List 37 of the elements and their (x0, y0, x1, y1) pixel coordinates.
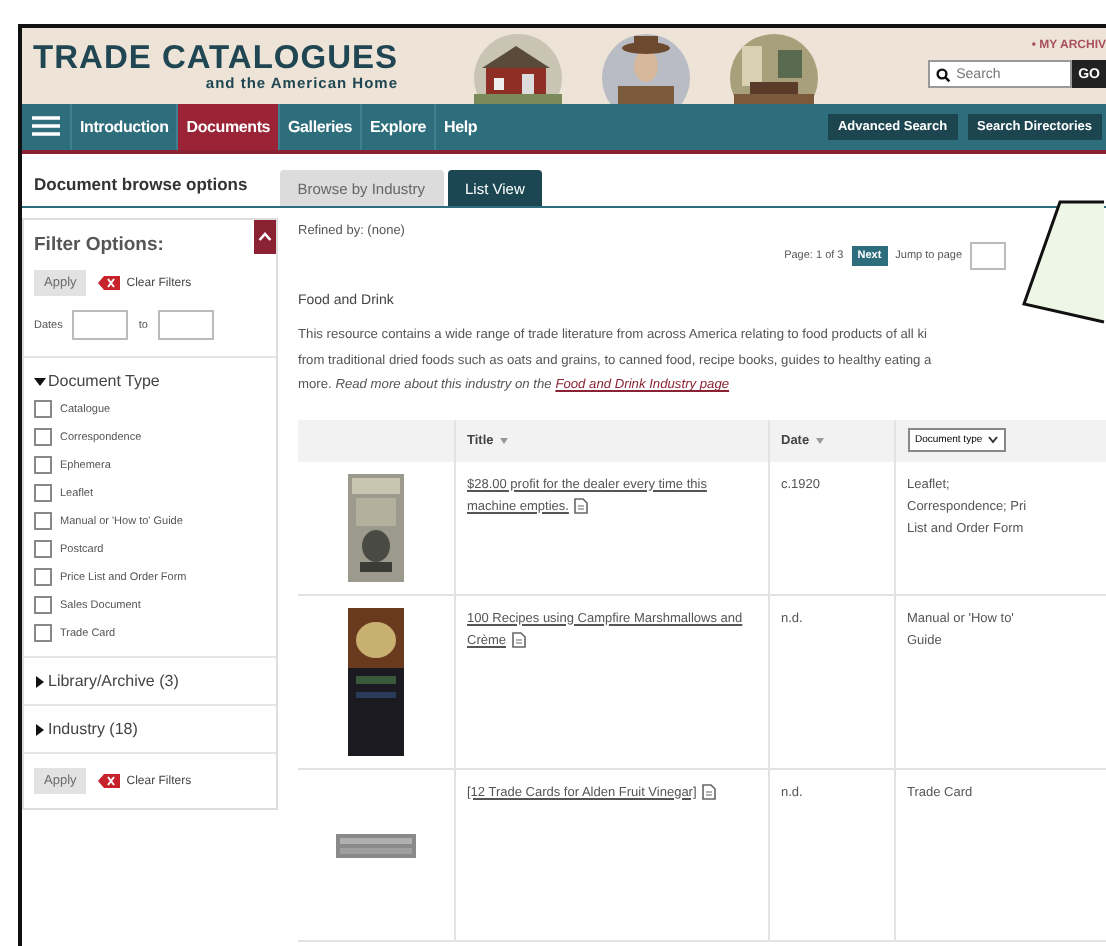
site-title: TRADE CATALOGUES (33, 40, 398, 77)
checkbox[interactable] (34, 484, 52, 502)
checkbox[interactable] (34, 540, 52, 558)
nav-item[interactable]: Help (434, 104, 486, 150)
checkbox[interactable] (34, 512, 52, 530)
checkbox[interactable] (34, 624, 52, 642)
filter-section-toggle[interactable]: Library/Archive (3) (34, 672, 266, 690)
search-icon (936, 67, 951, 81)
document-icon (512, 631, 527, 648)
checkbox[interactable] (34, 596, 52, 614)
section-label: Document browse options (34, 174, 248, 194)
nav-item[interactable]: Explore (360, 104, 434, 150)
filter-section-toggle[interactable]: Document Type (34, 372, 266, 390)
checkbox[interactable] (34, 428, 52, 446)
caret-icon (34, 675, 46, 687)
date-from-field[interactable] (72, 310, 129, 340)
checkbox[interactable] (34, 568, 52, 586)
caret-icon (34, 723, 46, 735)
chevron-down-icon (988, 436, 999, 444)
sort-icon (499, 437, 508, 443)
jump-field[interactable] (970, 242, 1006, 270)
document-icon (574, 497, 589, 514)
date-to-field[interactable] (157, 310, 214, 340)
collapse-button[interactable] (254, 220, 276, 254)
nav-item[interactable]: Documents (176, 104, 279, 150)
tag-icon (98, 774, 121, 788)
menu-icon[interactable] (32, 116, 60, 136)
tag-icon (98, 276, 121, 290)
caret-icon (34, 375, 46, 387)
checkbox[interactable] (34, 456, 52, 474)
filter-title: Filter Options: (34, 234, 164, 256)
document-icon (702, 783, 717, 800)
filter-section-toggle[interactable]: Industry (18) (34, 720, 266, 738)
chevron-icon (258, 232, 272, 242)
nav-item[interactable]: Galleries (278, 104, 361, 150)
sort-icon (815, 437, 824, 443)
checkbox[interactable] (34, 400, 52, 418)
